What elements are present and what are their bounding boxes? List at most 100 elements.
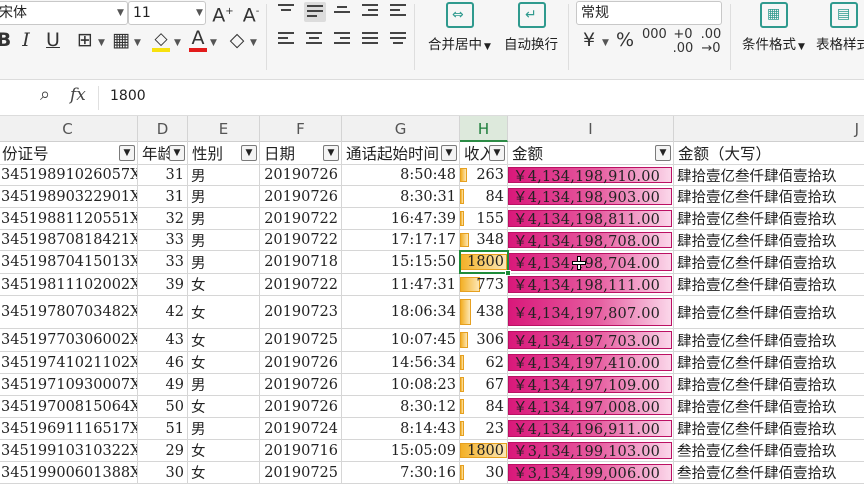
amount-upper-cell[interactable]: 肆拾壹亿叁仟肆佰壹拾玖	[674, 374, 864, 395]
gender-cell[interactable]: 男	[188, 374, 260, 395]
id-cell[interactable]: 34519691116517X	[0, 418, 138, 439]
merge-center-button[interactable]: 合并居中 ▼	[428, 33, 491, 53]
gender-cell[interactable]: 女	[188, 462, 260, 483]
age-cell[interactable]: 50	[138, 396, 188, 417]
call-start-cell[interactable]: 15:15:50	[342, 251, 460, 273]
age-cell[interactable]: 29	[138, 440, 188, 461]
age-cell[interactable]: 33	[138, 251, 188, 273]
filter-dropdown-icon[interactable]: ▼	[489, 145, 505, 161]
income-cell[interactable]: 773	[460, 274, 508, 295]
decrease-indent-icon[interactable]	[362, 4, 378, 18]
fill-pattern-icon[interactable]: ▦	[110, 28, 132, 52]
italic-icon[interactable]: I	[18, 28, 34, 52]
increase-indent-icon[interactable]	[390, 4, 406, 18]
justify-icon[interactable]	[362, 32, 378, 46]
decrease-font-icon[interactable]: A-	[240, 0, 262, 27]
column-header-g[interactable]: G	[342, 116, 460, 142]
filter-dropdown-icon[interactable]: ▼	[655, 145, 671, 161]
age-cell[interactable]: 30	[138, 462, 188, 483]
number-format-select[interactable]: 常规	[576, 1, 722, 25]
id-cell[interactable]: 34519910310322X	[0, 440, 138, 461]
income-cell[interactable]: 84	[460, 396, 508, 417]
amount-upper-cell[interactable]: 叁拾壹亿叁仟肆佰壹拾玖	[674, 440, 864, 461]
filter-dropdown-icon[interactable]: ▼	[323, 145, 339, 161]
income-cell[interactable]: 1800	[460, 251, 508, 273]
age-cell[interactable]: 31	[138, 186, 188, 207]
gender-cell[interactable]: 女	[188, 274, 260, 295]
amount-upper-cell[interactable]: 肆拾壹亿叁仟肆佰壹拾玖	[674, 251, 864, 273]
eraser-icon[interactable]: ◇	[226, 28, 248, 52]
header-cell-amount[interactable]: 金额 ▼	[508, 142, 674, 164]
fill-color-icon[interactable]: ◇	[150, 26, 172, 52]
id-cell[interactable]: 34519890322901X	[0, 186, 138, 207]
column-header-f[interactable]: F	[260, 116, 342, 142]
thousands-separator-icon[interactable]: 000	[642, 28, 667, 42]
amount-upper-cell[interactable]: 肆拾壹亿叁仟肆佰壹拾玖	[674, 296, 864, 328]
underline-icon[interactable]: U	[44, 28, 62, 52]
date-cell[interactable]: 20190716	[260, 440, 342, 461]
call-start-cell[interactable]: 10:08:23	[342, 374, 460, 395]
income-cell[interactable]: 67	[460, 374, 508, 395]
align-bottom-icon[interactable]	[334, 6, 350, 20]
increase-font-icon[interactable]: A+	[212, 0, 234, 27]
gender-cell[interactable]: 男	[188, 418, 260, 439]
date-cell[interactable]: 20190726	[260, 165, 342, 185]
currency-icon[interactable]: ¥	[578, 28, 600, 52]
gender-cell[interactable]: 男	[188, 251, 260, 273]
id-cell[interactable]: 34519870818421X	[0, 230, 138, 250]
amount-upper-cell[interactable]: 肆拾壹亿叁仟肆佰壹拾玖	[674, 230, 864, 250]
income-cell[interactable]: 30	[460, 462, 508, 483]
amount-upper-cell[interactable]: 肆拾壹亿叁仟肆佰壹拾玖	[674, 186, 864, 207]
gender-cell[interactable]: 男	[188, 165, 260, 185]
age-cell[interactable]: 42	[138, 296, 188, 328]
date-cell[interactable]: 20190723	[260, 296, 342, 328]
header-cell-age[interactable]: 年龄 ▼	[138, 142, 188, 164]
income-cell[interactable]: 23	[460, 418, 508, 439]
align-center-icon[interactable]	[306, 32, 322, 46]
call-start-cell[interactable]: 7:30:16	[342, 462, 460, 483]
amount-cell[interactable]: ￥4,134,198,903.00	[508, 186, 674, 207]
date-cell[interactable]: 20190718	[260, 251, 342, 273]
filter-dropdown-icon[interactable]: ▼	[241, 145, 257, 161]
call-start-cell[interactable]: 17:17:17	[342, 230, 460, 250]
align-left-icon[interactable]	[278, 32, 294, 46]
fill-pattern-dropdown-icon[interactable]: ▼	[134, 38, 141, 48]
gender-cell[interactable]: 男	[188, 186, 260, 207]
date-cell[interactable]: 20190725	[260, 462, 342, 483]
gender-cell[interactable]: 女	[188, 329, 260, 351]
call-start-cell[interactable]: 18:06:34	[342, 296, 460, 328]
amount-cell[interactable]: ￥4,134,197,807.00	[508, 296, 674, 328]
table-style-button[interactable]: 表格样式	[816, 33, 864, 53]
amount-cell[interactable]: ￥4,134,198,111.00	[508, 274, 674, 295]
amount-upper-cell[interactable]: 肆拾壹亿叁仟肆佰壹拾玖	[674, 396, 864, 417]
id-cell[interactable]: 34519770306002X	[0, 329, 138, 351]
date-cell[interactable]: 20190726	[260, 374, 342, 395]
income-cell[interactable]: 62	[460, 352, 508, 373]
amount-upper-cell[interactable]: 肆拾壹亿叁仟肆佰壹拾玖	[674, 352, 864, 373]
border-dropdown-icon[interactable]: ▼	[98, 38, 105, 48]
id-cell[interactable]: 34519700815064X	[0, 396, 138, 417]
auto-wrap-icon[interactable]: ↵	[518, 2, 546, 28]
font-color-dropdown-icon[interactable]: ▼	[210, 38, 217, 48]
filter-dropdown-icon[interactable]: ▼	[441, 145, 457, 161]
call-start-cell[interactable]: 8:14:43	[342, 418, 460, 439]
amount-cell[interactable]: ￥3,134,199,103.00	[508, 440, 674, 461]
auto-wrap-button[interactable]: 自动换行	[504, 33, 558, 53]
age-cell[interactable]: 32	[138, 208, 188, 229]
date-cell[interactable]: 20190726	[260, 396, 342, 417]
date-cell[interactable]: 20190722	[260, 230, 342, 250]
eraser-dropdown-icon[interactable]: ▼	[250, 38, 257, 48]
age-cell[interactable]: 39	[138, 274, 188, 295]
amount-cell[interactable]: ￥4,134,197,410.00	[508, 352, 674, 373]
column-header-e[interactable]: E	[188, 116, 260, 142]
header-cell-gender[interactable]: 性别 ▼	[188, 142, 260, 164]
date-cell[interactable]: 20190722	[260, 274, 342, 295]
formula-input[interactable]: 1800	[110, 88, 146, 104]
percent-icon[interactable]: %	[614, 28, 636, 52]
column-header-c[interactable]: C	[0, 116, 138, 142]
call-start-cell[interactable]: 14:56:34	[342, 352, 460, 373]
gender-cell[interactable]: 女	[188, 440, 260, 461]
align-middle-icon[interactable]	[304, 2, 326, 22]
date-cell[interactable]: 20190724	[260, 418, 342, 439]
bold-icon[interactable]: B	[0, 28, 12, 52]
